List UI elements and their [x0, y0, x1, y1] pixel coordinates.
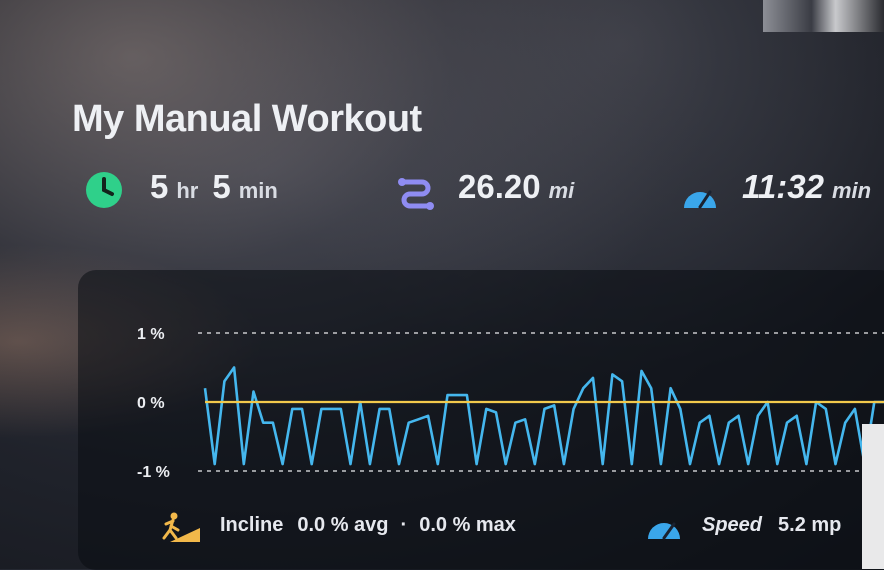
- speed-legend: Speed 5.2 mp: [702, 514, 841, 537]
- incline-avg: 0.0 % avg: [297, 514, 389, 536]
- speed-value: 5.2 mp: [778, 514, 842, 536]
- incline-max: 0.0 % max: [419, 514, 516, 536]
- legend-separator: ·: [400, 514, 408, 536]
- speed-gauge-icon: [648, 522, 680, 540]
- speed-label: Speed: [702, 514, 763, 536]
- y-tick-label: 0 %: [137, 395, 165, 412]
- incline-walker-icon: [162, 512, 200, 542]
- incline-legend: Incline 0.0 % avg · 0.0 % max: [220, 514, 516, 537]
- overlay-edge: [862, 424, 884, 569]
- incline-speed-chart: 1 % 0 % -1 %: [137, 326, 884, 481]
- incline-label: Incline: [220, 514, 284, 536]
- y-tick-label: 1 %: [137, 326, 165, 343]
- y-tick-label: -1 %: [137, 464, 170, 481]
- incline-series-line: [203, 366, 884, 466]
